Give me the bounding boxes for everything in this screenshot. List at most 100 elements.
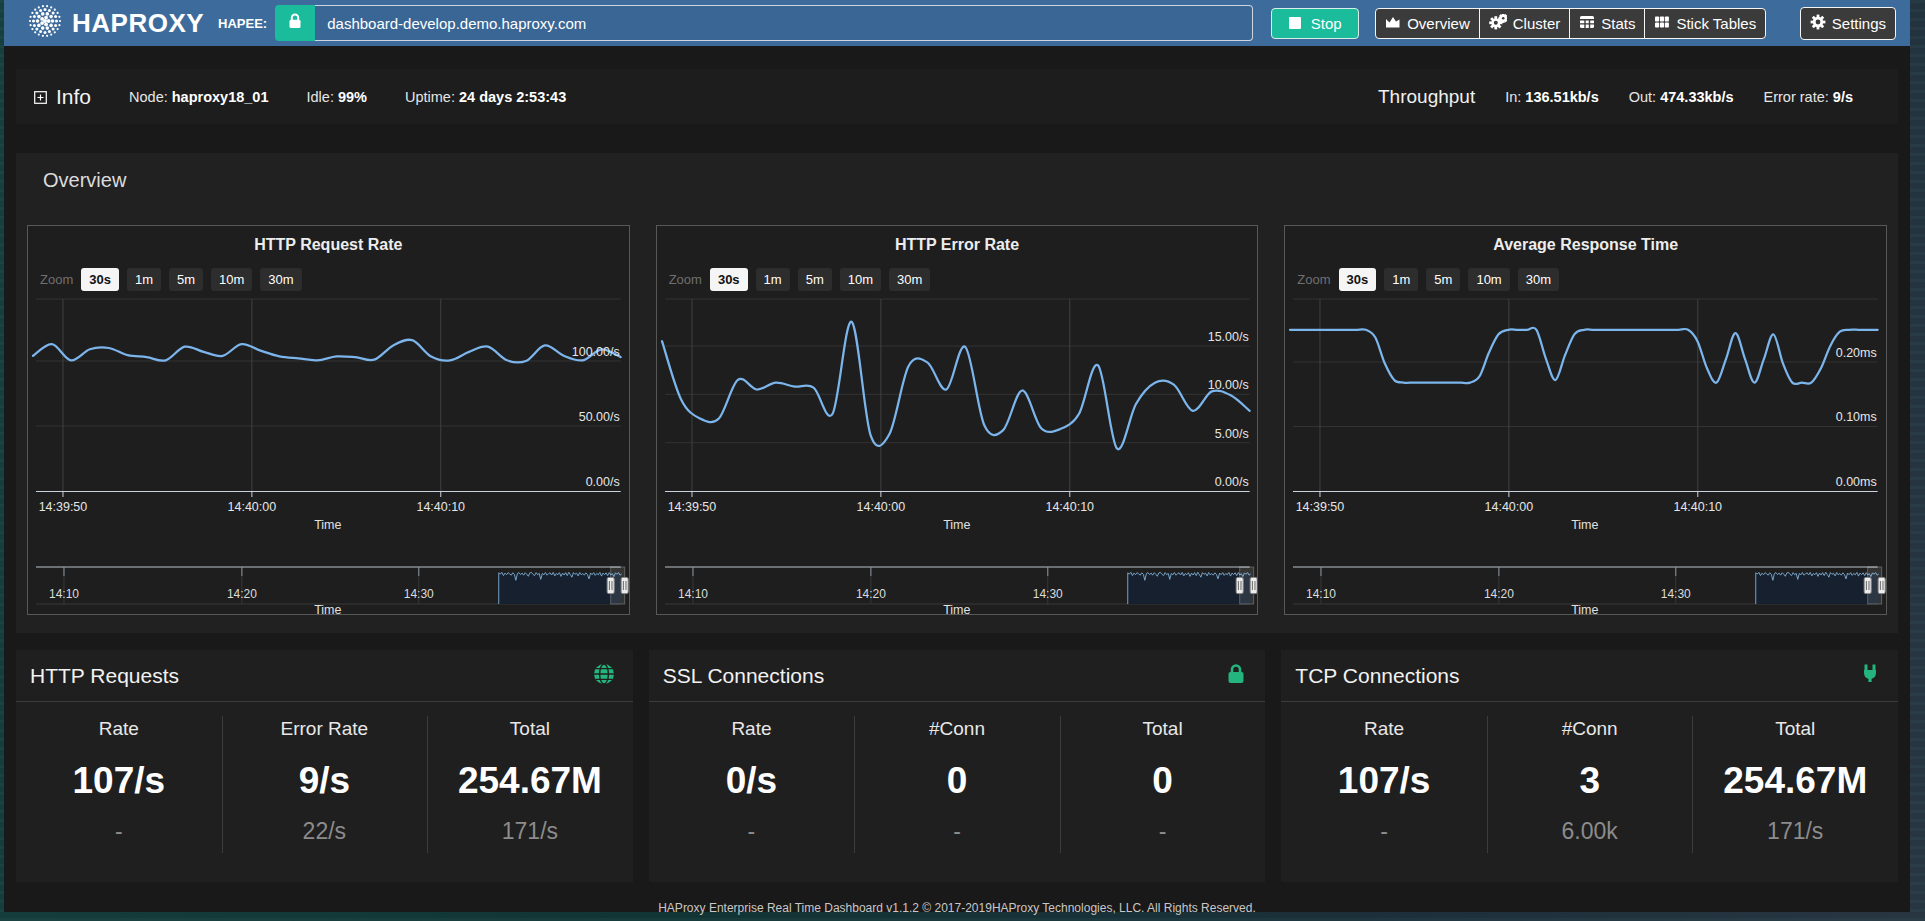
- svg-text:50.00/s: 50.00/s: [579, 410, 620, 424]
- svg-text:Time: Time: [943, 603, 970, 615]
- svg-text:Time: Time: [314, 603, 341, 615]
- card-body: Rate107/s-#Conn36.00kTotal254.67M171/s: [1281, 702, 1898, 881]
- navigator-handle[interactable]: [1879, 578, 1886, 594]
- grid-icon: [1654, 14, 1670, 33]
- navigator-handle[interactable]: [621, 578, 628, 594]
- stat-column: Rate107/s-: [16, 702, 222, 881]
- zoom-button-1m[interactable]: 1m: [1384, 268, 1418, 291]
- svg-text:14:20: 14:20: [227, 587, 257, 601]
- throughput-fields: In: 136.51kb/sOut: 474.33kb/sError rate:…: [1505, 89, 1853, 105]
- zoom-controls: Zoom 30s 1m 5m 10m 30m: [40, 267, 629, 292]
- info-fields: Node: haproxy18_01Idle: 99%Uptime: 24 da…: [129, 89, 566, 105]
- stat-label: Total: [510, 718, 550, 740]
- chart-panel-3: Average Response TimeZoom30s1m5m10m30m0.…: [1284, 225, 1887, 615]
- zoom-button-10m[interactable]: 10m: [211, 268, 252, 291]
- zoom-button-1m[interactable]: 1m: [127, 268, 161, 291]
- chart-area-icon: [1385, 14, 1401, 33]
- url-input[interactable]: [315, 5, 1253, 41]
- card-header: TCP Connections: [1281, 650, 1898, 702]
- stat-card-http-requests: HTTP RequestsRate107/s-Error Rate9/s22/s…: [16, 650, 633, 882]
- svg-text:15.00/s: 15.00/s: [1207, 330, 1248, 344]
- settings-button[interactable]: Settings: [1800, 7, 1896, 40]
- navigator-handle[interactable]: [1865, 578, 1872, 594]
- stat-sub-value: -: [953, 818, 961, 845]
- nav-button-stick-tables[interactable]: Stick Tables: [1644, 8, 1766, 39]
- stop-button-label: Stop: [1311, 15, 1342, 32]
- card-body: Rate0/s-#Conn0-Total0-: [649, 702, 1266, 881]
- lock-addon-button[interactable]: [275, 5, 315, 41]
- stat-card-tcp-connections: TCP ConnectionsRate107/s-#Conn36.00kTota…: [1281, 650, 1898, 882]
- svg-text:Time: Time: [1572, 518, 1599, 532]
- zoom-button-30s[interactable]: 30s: [81, 268, 119, 291]
- chart-title: HTTP Request Rate: [28, 236, 629, 255]
- svg-text:14:10: 14:10: [1306, 587, 1336, 601]
- svg-text:5.00/s: 5.00/s: [1214, 427, 1248, 441]
- zoom-button-5m[interactable]: 5m: [798, 268, 832, 291]
- chart-plot[interactable]: 15.00/s 10.00/s 5.00/s 0.00/s 14:39:50 14:40:…: [657, 296, 1258, 615]
- svg-text:14:40:00: 14:40:00: [856, 500, 905, 514]
- lock-icon: [286, 12, 304, 34]
- zoom-button-1m[interactable]: 1m: [756, 268, 790, 291]
- brand-name: HAPROXY: [72, 8, 204, 39]
- stop-button[interactable]: Stop: [1271, 8, 1359, 39]
- expand-icon[interactable]: [34, 85, 47, 109]
- svg-text:0.00/s: 0.00/s: [1214, 475, 1248, 489]
- svg-text:Time: Time: [943, 518, 970, 532]
- nav-button-overview[interactable]: Overview: [1375, 8, 1480, 39]
- nav-button-label: Stick Tables: [1676, 15, 1756, 32]
- svg-text:100.00/s: 100.00/s: [572, 345, 620, 359]
- svg-text:10.00/s: 10.00/s: [1207, 378, 1248, 392]
- stop-icon: [1289, 17, 1301, 29]
- svg-text:14:20: 14:20: [856, 587, 886, 601]
- svg-text:14:40:10: 14:40:10: [1674, 500, 1723, 514]
- nav-button-stats[interactable]: Stats: [1569, 8, 1645, 39]
- zoom-button-30s[interactable]: 30s: [1339, 268, 1377, 291]
- svg-text:Time: Time: [314, 518, 341, 532]
- zoom-label: Zoom: [40, 272, 73, 287]
- zoom-button-30m[interactable]: 30m: [1518, 268, 1559, 291]
- stat-label: Total: [1775, 718, 1815, 740]
- chart-panel-2: HTTP Error RateZoom30s1m5m10m30m15.00/s1…: [656, 225, 1259, 615]
- zoom-button-5m[interactable]: 5m: [169, 268, 203, 291]
- section-title: Overview: [43, 169, 1887, 191]
- zoom-controls: Zoom30s1m5m10m30m: [1297, 267, 1886, 292]
- cogs-icon: [1489, 14, 1507, 33]
- info-field: Idle: 99%: [307, 89, 367, 105]
- stat-value: 0: [1152, 762, 1173, 799]
- stat-column: Total0-: [1060, 702, 1266, 881]
- hapee-label: HAPEE:: [218, 16, 267, 31]
- chart-plot[interactable]: 0.20ms0.10ms0.00ms14:39:5014:40:0014:40:…: [1285, 296, 1886, 615]
- zoom-button-10m[interactable]: 10m: [840, 268, 881, 291]
- stat-label: Rate: [1364, 718, 1404, 740]
- svg-text:14:20: 14:20: [1484, 587, 1514, 601]
- stat-value: 0/s: [726, 762, 777, 799]
- stat-value: 3: [1579, 762, 1600, 799]
- stat-column: Rate107/s-: [1281, 702, 1487, 881]
- card-header: SSL Connections: [649, 650, 1266, 702]
- nav-button-label: Overview: [1407, 15, 1470, 32]
- stat-sub-value: 6.00k: [1562, 818, 1618, 845]
- url-group: [275, 5, 1253, 41]
- svg-text:14:39:50: 14:39:50: [1296, 500, 1345, 514]
- lock-icon: [1225, 663, 1247, 689]
- zoom-button-10m[interactable]: 10m: [1468, 268, 1509, 291]
- zoom-button-30s[interactable]: 30s: [710, 268, 748, 291]
- svg-text:14:10: 14:10: [678, 587, 708, 601]
- stat-column: #Conn0-: [854, 702, 1060, 881]
- zoom-button-30m[interactable]: 30m: [260, 268, 301, 291]
- stat-value: 0: [947, 762, 968, 799]
- throughput-group: Throughput In: 136.51kb/sOut: 474.33kb/s…: [1378, 86, 1853, 108]
- zoom-button-5m[interactable]: 5m: [1426, 268, 1460, 291]
- footer-text: HAProxy Enterprise Real Time Dashboard v…: [4, 901, 1910, 915]
- svg-text:14:10: 14:10: [49, 587, 79, 601]
- chart-plot[interactable]: 100.00/s50.00/s0.00/s14:39:5014:40:0014:…: [28, 296, 629, 615]
- svg-text:14:40:10: 14:40:10: [1045, 500, 1094, 514]
- navigator-handle[interactable]: [1250, 578, 1257, 594]
- zoom-button-30m[interactable]: 30m: [889, 268, 930, 291]
- stat-value: 9/s: [299, 762, 350, 799]
- navigator-handle[interactable]: [1236, 578, 1243, 594]
- svg-text:Time: Time: [1572, 603, 1599, 615]
- nav-button-cluster[interactable]: Cluster: [1479, 8, 1571, 39]
- navigator-handle[interactable]: [607, 578, 614, 594]
- svg-text:14:39:50: 14:39:50: [667, 500, 716, 514]
